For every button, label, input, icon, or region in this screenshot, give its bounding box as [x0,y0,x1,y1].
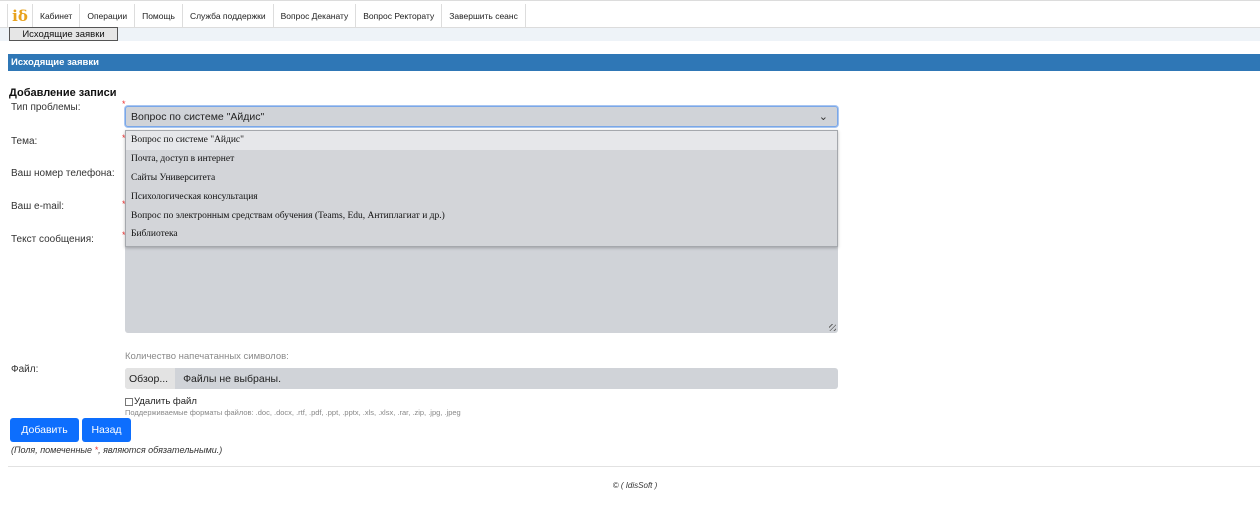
file-status: Файлы не выбраны. [183,372,281,385]
dropdown-option[interactable]: Сайты Университета [126,169,837,188]
nav-item-help[interactable]: Помощь [134,4,182,28]
chevron-down-icon: ⌄ [818,111,828,123]
topic-label: Тема: [11,136,38,147]
dropdown-option[interactable]: Вопрос по электронным средствам обучения… [126,206,837,225]
email-label: Ваш e-mail: [11,201,65,212]
problem-type-select[interactable]: Вопрос по системе "Айдис" ⌄ [125,106,838,127]
phone-label: Ваш номер телефона: [11,168,115,179]
file-input[interactable]: Обзор... Файлы не выбраны. [125,368,838,389]
nav-item-dean-question[interactable]: Вопрос Деканату [272,4,356,28]
footer-divider [8,466,1260,467]
back-button[interactable]: Назад [82,418,131,442]
nav-item-support[interactable]: Служба поддержки [181,4,273,28]
dropdown-option[interactable]: Библиотека [126,225,837,244]
delete-file-row: Удалить файл [125,396,197,407]
outgoing-requests-button[interactable]: Исходящие заявки [9,27,118,41]
nav-item-logout[interactable]: Завершить сеанс [441,4,526,28]
character-counter: Количество напечатанных символов: [125,351,289,362]
problem-type-label: Тип проблемы: [11,102,81,113]
sub-navbar [0,28,1260,41]
message-textarea[interactable] [125,244,838,333]
top-navbar: iδ Кабинет Операции Помощь Служба поддер… [0,0,1260,28]
form-title: Добавление записи [9,87,117,99]
required-fields-note: (Поля, помеченные *, являются обязательн… [11,445,222,455]
message-label: Текст сообщения: [11,234,94,245]
dropdown-option[interactable]: Почта, доступ в интернет [126,150,837,169]
resize-handle-icon[interactable] [829,324,836,331]
delete-file-label: Удалить файл [134,396,197,407]
note-text-start: (Поля, помеченные [11,445,95,455]
problem-type-selected-value: Вопрос по системе "Айдис" [131,110,265,123]
dropdown-option[interactable]: Вопрос по системе "Айдис" [126,131,837,150]
supported-formats: Поддерживаемые форматы файлов: .doc, .do… [125,408,461,417]
delete-file-checkbox[interactable] [125,397,133,406]
nav-item-cabinet[interactable]: Кабинет [32,4,79,28]
nav-item-operations[interactable]: Операции [79,4,134,28]
nav-item-rector-question[interactable]: Вопрос Ректорату [355,4,441,28]
problem-type-dropdown: Вопрос по системе "Айдис" Почта, доступ … [125,130,838,247]
file-label: Файл: [11,364,39,375]
note-text-end: , являются обязательными.) [98,445,223,455]
logo[interactable]: iδ [7,4,32,28]
nav-menu: iδ Кабинет Операции Помощь Служба поддер… [7,4,526,28]
browse-button[interactable]: Обзор... [125,368,176,389]
dropdown-option[interactable]: Психологическая консультация [126,187,837,206]
section-header: Исходящие заявки [8,54,1260,71]
footer-copyright: © ( IdisSoft ) [612,481,658,490]
add-button[interactable]: Добавить [10,418,79,442]
